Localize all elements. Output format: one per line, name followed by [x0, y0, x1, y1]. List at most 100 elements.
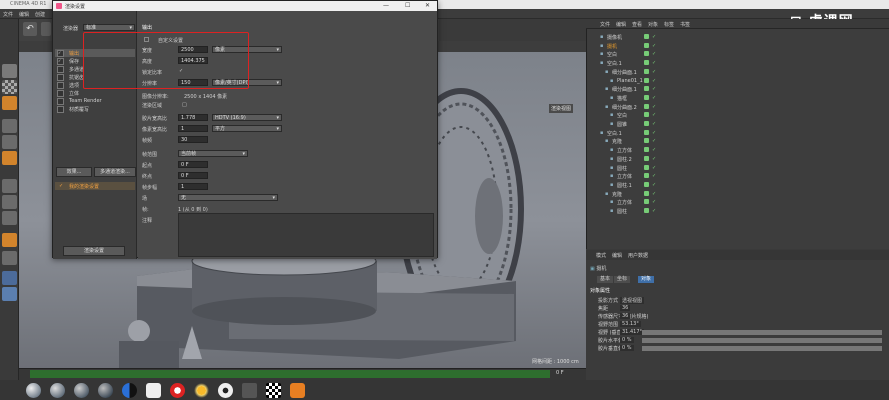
object-row[interactable]: ▪ 圆柱 ✓	[600, 164, 870, 172]
hair-icon[interactable]	[2, 287, 17, 301]
pixel-aspect-input[interactable]: 1	[178, 125, 208, 132]
settings-item-checkbox[interactable]: ✓	[57, 58, 64, 65]
renderer-select[interactable]: 标准	[83, 24, 135, 31]
enabled-check-icon[interactable]: ✓	[652, 112, 656, 118]
tool-icon[interactable]	[41, 22, 51, 36]
visibility-icon[interactable]	[644, 181, 649, 187]
attribute-value[interactable]: 0 %	[620, 345, 634, 351]
target-icon[interactable]	[170, 383, 185, 398]
object-row[interactable]: ▪ 细分曲面.1 ✓	[600, 85, 870, 93]
film-aspect-input[interactable]: 1.778	[178, 114, 208, 121]
pixel-aspect-select[interactable]: 平方	[212, 125, 282, 132]
visibility-icon[interactable]	[644, 94, 649, 100]
polygon-mode-icon[interactable]	[2, 151, 17, 165]
visibility-icon[interactable]	[644, 147, 649, 153]
attribute-slider[interactable]	[642, 346, 882, 351]
visibility-icon[interactable]	[644, 42, 649, 48]
om-menu-file[interactable]: 文件	[600, 21, 610, 28]
enabled-check-icon[interactable]: ✓	[652, 121, 656, 127]
texture-mode-icon[interactable]	[2, 96, 17, 110]
visibility-icon[interactable]	[644, 86, 649, 92]
enabled-check-icon[interactable]: ✓	[652, 60, 656, 66]
enabled-check-icon[interactable]: ✓	[652, 104, 656, 110]
fps-input[interactable]: 30	[178, 136, 208, 143]
enabled-check-icon[interactable]: ✓	[652, 69, 656, 75]
magnet-icon[interactable]	[2, 233, 17, 247]
checker-icon[interactable]	[266, 383, 281, 398]
enabled-check-icon[interactable]: ✓	[652, 51, 656, 57]
enabled-check-icon[interactable]: ✓	[652, 191, 656, 197]
visibility-icon[interactable]	[644, 60, 649, 66]
dialog-close-icon[interactable]: ✕	[425, 2, 430, 9]
object-row[interactable]: ▪ 圆柱.1 ✓	[600, 181, 870, 189]
settings-item-checkbox[interactable]	[57, 82, 64, 89]
object-row[interactable]: ▪ 空白.1 ✓	[600, 129, 870, 137]
tab-object[interactable]: 对象	[638, 276, 655, 283]
enabled-check-icon[interactable]: ✓	[652, 156, 656, 162]
eye-icon[interactable]	[218, 383, 233, 398]
enabled-check-icon[interactable]: ✓	[652, 182, 656, 188]
enabled-check-icon[interactable]: ✓	[652, 199, 656, 205]
hdr-icon[interactable]	[242, 383, 257, 398]
snap-icon[interactable]	[2, 195, 17, 209]
visibility-icon[interactable]	[644, 164, 649, 170]
enabled-check-icon[interactable]: ✓	[652, 95, 656, 101]
multipass-render-button[interactable]: 多通道渲染...	[94, 167, 136, 177]
om-menu-view[interactable]: 查看	[632, 21, 642, 28]
axis-icon[interactable]	[2, 179, 17, 193]
visibility-icon[interactable]	[644, 138, 649, 144]
menu-create[interactable]: 创建	[35, 11, 45, 18]
attribute-value[interactable]: 31.417°	[620, 329, 644, 335]
attribute-slider[interactable]	[642, 330, 882, 335]
object-row[interactable]: ▪ 猫框 ✓	[600, 94, 870, 102]
enabled-check-icon[interactable]: ✓	[652, 208, 656, 214]
checker-mode-icon[interactable]	[2, 80, 17, 94]
render-settings-button[interactable]: 渲染设置	[63, 246, 125, 256]
dialog-minimize-icon[interactable]: —	[383, 2, 389, 9]
film-aspect-select[interactable]: HDTV (16:9)	[212, 114, 282, 121]
attribute-value[interactable]: 53.13°	[620, 321, 641, 327]
visibility-icon[interactable]	[644, 34, 649, 39]
grid-icon[interactable]	[2, 271, 17, 285]
object-row[interactable]: ▪ 克隆 ✓	[600, 137, 870, 145]
light-icon[interactable]	[146, 383, 161, 398]
visibility-icon[interactable]	[644, 112, 649, 118]
visibility-icon[interactable]	[644, 155, 649, 161]
object-row[interactable]: ▪ 圆柱.2 ✓	[600, 155, 870, 163]
timeline-range-bar[interactable]	[30, 370, 550, 378]
attribute-value[interactable]: 36	[620, 305, 631, 311]
enabled-check-icon[interactable]: ✓	[652, 86, 656, 92]
sphere-material-icon[interactable]	[74, 383, 89, 398]
notes-textarea[interactable]	[178, 213, 434, 257]
object-row[interactable]: ▪ 空白.1 ✓	[600, 59, 870, 67]
visibility-icon[interactable]	[644, 121, 649, 126]
om-menu-bookmarks[interactable]: 书签	[680, 21, 690, 28]
preset-item[interactable]: ✓ 我的渲染设置	[55, 182, 135, 190]
lock-icon[interactable]	[2, 211, 17, 225]
attribute-value[interactable]: 0 %	[620, 337, 634, 343]
menu-edit[interactable]: 编辑	[19, 11, 29, 18]
visibility-icon[interactable]	[644, 51, 649, 57]
am-menu-edit[interactable]: 编辑	[612, 252, 622, 259]
enabled-check-icon[interactable]: ✓	[652, 78, 656, 84]
object-row[interactable]: ▪ 空白 ✓	[600, 111, 870, 119]
end-input[interactable]: 0 F	[178, 172, 208, 179]
enabled-check-icon[interactable]: ✓	[652, 34, 656, 40]
visibility-icon[interactable]	[644, 103, 649, 109]
edge-mode-icon[interactable]	[2, 135, 17, 149]
object-row[interactable]: ▪ 立方体 ✓	[600, 146, 870, 154]
enabled-check-icon[interactable]: ✓	[652, 43, 656, 49]
settings-item-checkbox[interactable]	[57, 98, 64, 105]
tab-basic[interactable]: 基本	[597, 276, 614, 283]
enabled-check-icon[interactable]: ✓	[652, 165, 656, 171]
visibility-icon[interactable]	[644, 129, 649, 135]
om-menu-object[interactable]: 对象	[648, 21, 658, 28]
settings-item-checkbox[interactable]	[57, 106, 64, 113]
menu-file[interactable]: 文件	[3, 11, 13, 18]
settings-item[interactable]: 立体	[55, 89, 135, 97]
visibility-icon[interactable]	[644, 199, 649, 205]
sculpt-icon[interactable]	[2, 251, 17, 265]
attribute-value[interactable]: 透视视图	[620, 297, 645, 304]
undo-icon[interactable]: ↶	[23, 22, 37, 36]
settings-item-checkbox[interactable]	[57, 74, 64, 81]
